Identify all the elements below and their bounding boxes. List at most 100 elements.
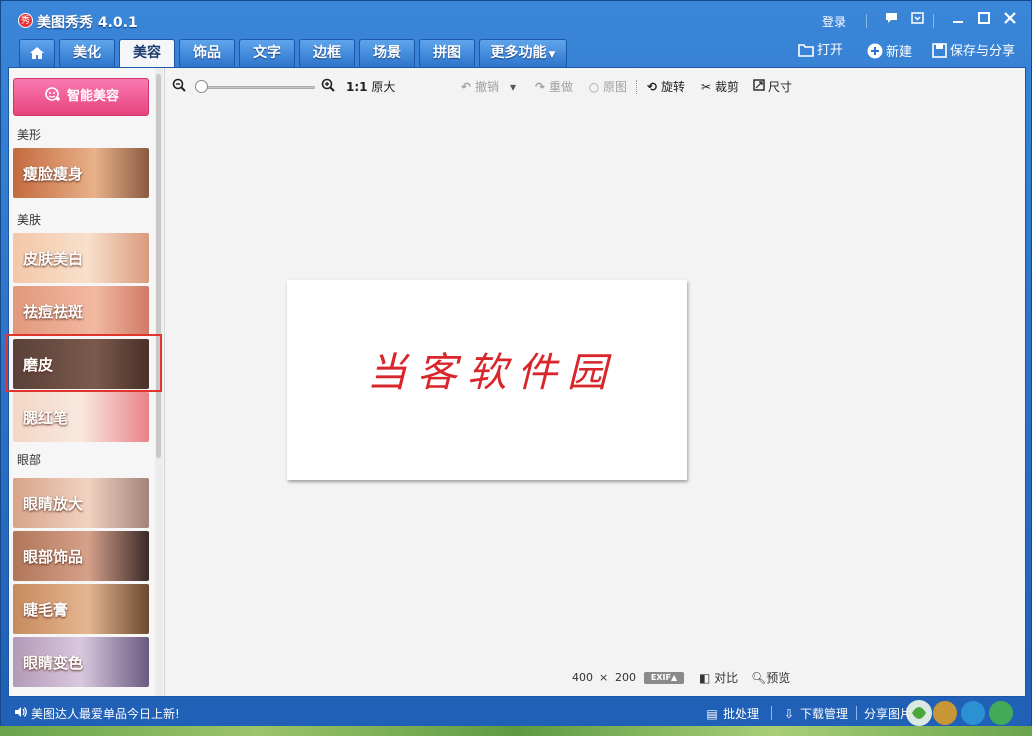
open-button[interactable]: 打开 [798,43,843,59]
download-icon: ⇩ [783,707,795,721]
section-shape: 美形 [17,128,42,142]
rotate-label: 旋转 [661,80,686,94]
tool-label: 眼部饰品 [23,548,84,566]
compare-icon: ◧ [699,671,711,685]
image-text: 当客软件园 [367,350,617,396]
undo-button[interactable]: ↶ 撤销 [459,78,499,96]
desktop-background-strip [0,726,1032,736]
skin-icon[interactable] [909,12,925,28]
minimize-icon[interactable] [950,12,966,28]
batch-label: 批处理 [723,707,760,721]
preview-label: 预览 [766,671,791,685]
tab-collage[interactable]: 拼图 [419,39,475,67]
save-share-label: 保存与分享 [950,44,1016,59]
selection-highlight [5,334,162,392]
tool-eye-enlarge[interactable]: 眼睛放大 [13,478,149,528]
folder-icon [798,43,814,59]
save-icon [931,43,947,59]
news-ticker[interactable]: 美图达人最爱单品今日上新! [13,705,180,722]
image-width: 400 [572,671,593,684]
app-logo-icon: 秀 [18,13,33,28]
close-icon[interactable] [1002,12,1018,28]
title-divider [933,14,934,28]
tool-label: 祛痘祛斑 [23,303,84,321]
tool-label: 眼睛放大 [23,495,84,513]
tab-beautify[interactable]: 美化 [59,39,115,67]
undo-dropdown[interactable]: ▾ [510,78,516,96]
feedback-icon[interactable] [883,12,899,28]
download-manager-button[interactable]: ⇩ 下载管理 [782,705,848,722]
tab-more[interactable]: 更多功能 ▼ [479,39,567,67]
resize-label: 尺寸 [768,80,793,94]
image-toolbar: 1:1 原大 ↶ 撤销 ▾ ↷ 重做 ○ 原图 ⟲ 旋转 ✂ 裁剪 尺寸 [169,78,1019,98]
image-size-times: × [599,671,609,684]
original-size-button[interactable]: 1:1 原大 [346,78,395,96]
section-skin: 美肤 [17,213,42,227]
exif-button[interactable]: EXIF▲ [644,672,684,684]
preview-icon: 🔍︎ [751,671,767,685]
canvas-image[interactable]: 当客软件园 [287,280,687,480]
original-image-button[interactable]: ○ 原图 [587,78,627,96]
tab-home[interactable] [19,39,55,67]
title-divider [866,14,867,28]
app-window: 秀 美图秀秀 4.0.1 登录 美化 美容 饰品 文字 边框 场景 拼图 更多功… [0,0,1032,736]
status-bar: 美图达人最爱单品今日上新! ▤ 批处理 ⇩ 下载管理 分享图片 [1,699,1031,727]
tab-more-label: 更多功能 [490,45,547,61]
tool-acne-removal[interactable]: 祛痘祛斑 [13,286,149,336]
resize-button[interactable]: 尺寸 [752,78,792,96]
tool-slim-face[interactable]: 瘦脸瘦身 [13,148,149,198]
tool-label: 皮肤美白 [23,250,84,268]
circle-icon: ○ [588,80,600,94]
image-height: 200 [615,671,636,684]
toolbar-divider [636,80,637,94]
status-divider [771,706,772,720]
crop-label: 裁剪 [715,80,740,94]
zoom-out-icon[interactable] [172,78,186,97]
tool-label: 腮红笔 [23,409,69,427]
tool-label: 瘦脸瘦身 [23,165,84,183]
chevron-down-icon: ▾ [510,80,517,94]
tool-blush[interactable]: 腮红笔 [13,392,149,442]
beauty-sidebar: 智能美容 美形 瘦脸瘦身 美肤 皮肤美白 祛痘祛斑 磨皮 腮红笔 眼部 眼睛放大 [5,68,165,696]
tool-skin-whiten[interactable]: 皮肤美白 [13,233,149,283]
original-label: 原图 [603,80,628,94]
original-size-label: 原大 [371,80,396,94]
new-label: 新建 [886,45,913,60]
login-link[interactable]: 登录 [822,13,846,30]
tool-mascara[interactable]: 睫毛膏 [13,584,149,634]
tool-eye-color[interactable]: 眼睛变色 [13,637,149,687]
plus-circle-icon [867,43,883,59]
zoom-slider-knob[interactable] [195,80,208,93]
rotate-button[interactable]: ⟲ 旋转 [645,78,685,96]
home-icon [30,42,44,59]
workspace: 智能美容 美形 瘦脸瘦身 美肤 皮肤美白 祛痘祛斑 磨皮 腮红笔 眼部 眼睛放大 [5,67,1026,697]
tool-label: 眼睛变色 [23,654,84,672]
save-share-button[interactable]: 保存与分享 [931,43,1015,60]
rotate-icon: ⟲ [646,80,658,94]
redo-label: 重做 [549,80,574,94]
maximize-icon[interactable] [976,12,992,28]
redo-button[interactable]: ↷ 重做 [533,78,573,96]
download-label: 下载管理 [800,707,849,721]
new-button[interactable]: 新建 [867,43,912,61]
tab-frame[interactable]: 边框 [299,39,355,67]
status-divider [856,706,857,720]
tool-label: 睫毛膏 [23,601,69,619]
smart-beauty-button[interactable]: 智能美容 [13,78,149,116]
redo-icon: ↷ [534,80,546,94]
tab-beauty[interactable]: 美容 [119,39,175,68]
tab-scene[interactable]: 场景 [359,39,415,67]
zoom-slider-track[interactable] [197,86,315,89]
open-label: 打开 [817,43,844,58]
compare-button[interactable]: ◧ 对比 [699,671,738,685]
batch-icon: ▤ [706,707,718,721]
tab-accessories[interactable]: 饰品 [179,39,235,67]
sidebar-scrollbar-thumb[interactable] [156,74,161,458]
app-title: 美图秀秀 4.0.1 [37,15,138,31]
zoom-in-icon[interactable] [321,78,335,97]
batch-button[interactable]: ▤ 批处理 [705,705,759,722]
tool-eye-accessory[interactable]: 眼部饰品 [13,531,149,581]
crop-button[interactable]: ✂ 裁剪 [699,78,739,96]
tab-text[interactable]: 文字 [239,39,295,67]
preview-button[interactable]: 🔍︎预览 [751,671,790,685]
